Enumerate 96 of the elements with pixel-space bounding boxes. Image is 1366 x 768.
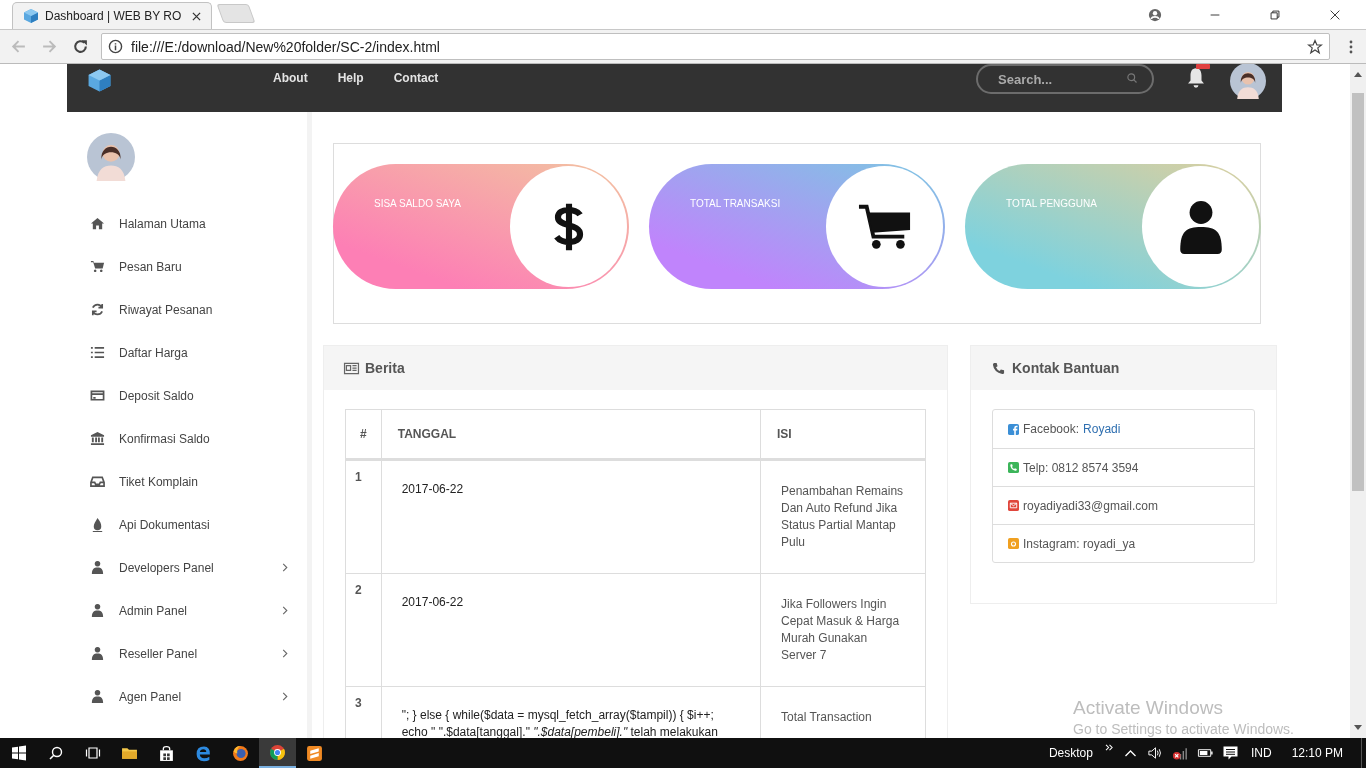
sidebar-item[interactable]: Api Dokumentasi: [119, 517, 307, 532]
cube-icon: [23, 8, 39, 24]
bank-icon: [90, 431, 105, 446]
notification-badge: [1196, 64, 1210, 69]
avatar: [87, 133, 135, 181]
facebook-link[interactable]: Royadi: [1083, 422, 1121, 436]
column-header: #: [345, 409, 382, 460]
user-icon: [90, 603, 105, 618]
chrome-browser-icon: [269, 743, 286, 761]
sidebar-item[interactable]: Reseller Panel: [119, 646, 282, 661]
search-icon[interactable]: [48, 745, 64, 761]
restore-icon[interactable]: [1268, 7, 1282, 22]
sidebar-item[interactable]: Halaman Utama: [119, 216, 307, 231]
sidebar-item[interactable]: Tiket Komplain: [119, 474, 307, 489]
activation-notice-text: Go to Settings to activate Windows.: [1073, 721, 1294, 737]
scrollbar-thumb[interactable]: [1352, 93, 1364, 491]
chevron-icon[interactable]: [282, 606, 288, 615]
drop-icon: [90, 517, 105, 532]
windows-start-icon[interactable]: [11, 745, 27, 761]
network-error-icon[interactable]: [1171, 745, 1189, 761]
taskbar-app[interactable]: [259, 738, 296, 768]
panel-title: Berita: [365, 360, 405, 376]
home-icon: [90, 216, 105, 231]
clock[interactable]: 12:10 PM: [1291, 746, 1343, 760]
newspaper-icon: [343, 361, 360, 375]
address-field[interactable]: file:///E:/download/New%20folder/SC-2/index.html: [101, 33, 1330, 60]
notification-icon[interactable]: [1221, 745, 1239, 761]
phone-icon: [1008, 462, 1019, 473]
user-icon: [90, 689, 105, 704]
stat-label: SISA SALDO SAYA: [374, 198, 461, 209]
table-cell: Jika Followers Ingin Cepat Masuk & Harga Murah Gunakan Server 7: [760, 573, 926, 687]
desktop-toolbar-label[interactable]: Desktop: [1048, 746, 1093, 760]
text-editor-icon: [306, 744, 323, 762]
column-header: ISI: [760, 409, 926, 460]
browser-tab[interactable]: Dashboard | WEB BY RO: [12, 2, 212, 29]
speaker-icon[interactable]: [1146, 745, 1164, 761]
list-icon: [90, 345, 105, 360]
sidebar-item[interactable]: Developers Panel: [119, 560, 282, 575]
menu-icon[interactable]: [1348, 38, 1354, 55]
sidebar-item[interactable]: Konfirmasi Saldo: [119, 431, 307, 446]
contact-text: Instagram: royadi_ya: [1023, 536, 1136, 551]
table-cell: 2017-06-22: [381, 459, 761, 574]
info-icon: [108, 39, 123, 54]
user-icon: [90, 646, 105, 661]
phone-icon: [990, 361, 1007, 375]
search-field[interactable]: Search...: [976, 64, 1154, 94]
user-icon: [90, 560, 105, 575]
contact-text: royadiyadi33@gmail.com: [1023, 498, 1158, 513]
chevron-icon[interactable]: [282, 692, 288, 701]
star-icon[interactable]: [1307, 38, 1323, 55]
contact-text: Facebook:: [1023, 422, 1080, 436]
task-view-icon[interactable]: [85, 745, 101, 761]
reload-icon[interactable]: [72, 38, 89, 55]
facebook-icon: [1008, 423, 1019, 435]
stat-label: TOTAL PENGGUNA: [1006, 198, 1097, 209]
table-cell: 2: [345, 573, 382, 687]
tab-title: Dashboard | WEB BY RO: [45, 9, 183, 23]
table-cell: 2017-06-22: [381, 573, 761, 687]
activation-notice-title: Activate Windows: [1073, 697, 1224, 719]
bell-icon[interactable]: [1186, 67, 1206, 89]
sidebar-item[interactable]: Daftar Harga: [119, 345, 307, 360]
nav-link[interactable]: Help: [337, 71, 364, 85]
table-cell: Penambahan Remains Dan Auto Refund Jika Status Partial Mantap Pulu: [760, 459, 926, 574]
sidebar-item[interactable]: Agen Panel: [119, 689, 282, 704]
contact-text: Telp: 0812 8574 3594: [1023, 460, 1139, 475]
scrollbar[interactable]: [1350, 64, 1366, 738]
sidebar-item[interactable]: Riwayat Pesanan: [119, 302, 307, 317]
panel-title: Kontak Bantuan: [1012, 360, 1120, 376]
cube-logo-icon[interactable]: [87, 68, 112, 93]
cart-icon: [90, 259, 105, 274]
browser-e-icon: [195, 744, 212, 762]
close-icon[interactable]: [192, 11, 201, 21]
refresh-icon: [90, 302, 105, 317]
search-icon: [1126, 72, 1138, 84]
nav-link[interactable]: About: [273, 71, 308, 85]
shopping-bag-icon: [158, 744, 175, 762]
camera-icon: [1008, 538, 1019, 549]
scroll-up-icon[interactable]: [1354, 72, 1362, 77]
fox-browser-icon: [232, 744, 249, 762]
envelope-icon: [1008, 500, 1019, 511]
column-header: TANGGAL: [381, 409, 761, 460]
account-icon[interactable]: [1148, 7, 1162, 22]
avatar[interactable]: [1230, 64, 1266, 99]
sidebar-item[interactable]: Deposit Saldo: [119, 388, 307, 403]
chevron-icon[interactable]: [282, 649, 288, 658]
nav-link[interactable]: Contact: [393, 71, 439, 85]
sidebar-item[interactable]: Pesan Baru: [119, 259, 307, 274]
inbox-icon: [90, 474, 105, 489]
double-chevron-icon[interactable]: [1104, 743, 1114, 751]
language-indicator[interactable]: IND: [1250, 746, 1272, 760]
table-cell: 1: [345, 459, 382, 574]
chevron-icon[interactable]: [282, 563, 288, 572]
sidebar-item[interactable]: Admin Panel: [119, 603, 282, 618]
credit-card-icon: [90, 388, 105, 403]
stat-label: TOTAL TRANSAKSI: [690, 198, 781, 209]
scroll-down-icon[interactable]: [1354, 725, 1362, 730]
